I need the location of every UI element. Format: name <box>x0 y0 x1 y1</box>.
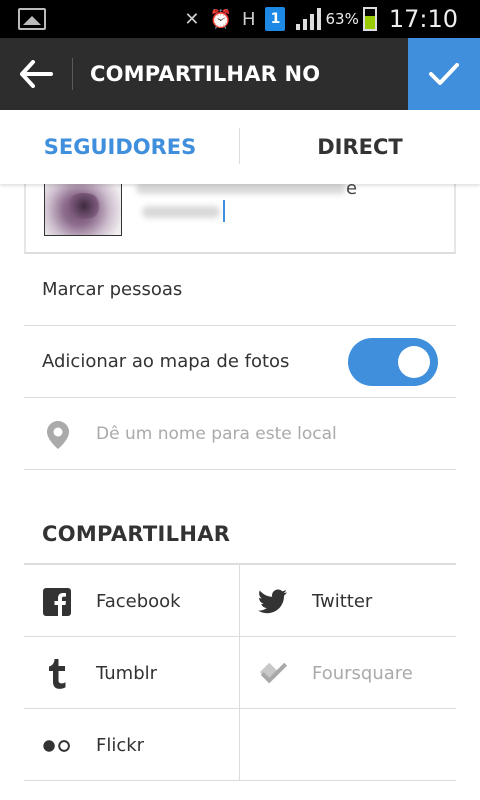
twitter-label: Twitter <box>312 591 373 612</box>
tag-people-row[interactable]: Marcar pessoas <box>24 254 456 326</box>
battery-icon <box>362 7 377 31</box>
header-divider <box>72 58 73 90</box>
back-button[interactable] <box>0 38 72 110</box>
blurred-caption-text <box>142 206 220 218</box>
signal-icon <box>296 8 322 30</box>
twitter-icon <box>258 587 288 617</box>
audience-tabs: SEGUIDORES DIRECT <box>0 110 480 184</box>
data-transfer-icon: H <box>241 8 256 30</box>
facebook-label: Facebook <box>96 591 181 612</box>
photo-map-toggle[interactable] <box>348 338 438 386</box>
alarm-icon: ⏰ <box>209 8 232 30</box>
photo-map-row: Adicionar ao mapa de fotos <box>24 326 456 398</box>
share-foursquare[interactable]: Foursquare <box>240 637 456 709</box>
foursquare-icon <box>258 659 288 689</box>
text-cursor <box>223 200 225 222</box>
status-icons: ✕ ⏰ H 1 63% 17:10 <box>184 0 480 38</box>
facebook-icon <box>42 587 72 617</box>
tab-seguidores[interactable]: SEGUIDORES <box>0 110 240 184</box>
location-row[interactable]: Dê um nome para este local <box>24 398 456 470</box>
share-twitter[interactable]: Twitter <box>240 565 456 637</box>
share-facebook[interactable]: Facebook <box>24 565 240 637</box>
gallery-icon <box>18 8 46 30</box>
battery-percent: 63% <box>325 10 359 28</box>
location-pin-icon <box>47 421 69 449</box>
tab-direct[interactable]: DIRECT <box>240 110 480 184</box>
tag-people-label: Marcar pessoas <box>42 279 183 300</box>
page-title: COMPARTILHAR NO <box>90 62 321 86</box>
checkmark-icon <box>429 63 459 85</box>
tumblr-icon <box>42 659 72 689</box>
share-flickr[interactable]: Flickr <box>24 709 240 781</box>
photo-thumbnail <box>44 178 122 236</box>
tumblr-label: Tumblr <box>96 663 158 684</box>
location-placeholder: Dê um nome para este local <box>96 424 337 444</box>
app-header: COMPARTILHAR NO <box>0 38 480 110</box>
photo-map-label: Adicionar ao mapa de fotos <box>42 351 290 372</box>
notification-badge: 1 <box>265 7 286 31</box>
clock: 17:10 <box>388 5 458 33</box>
share-empty-cell <box>240 709 456 781</box>
toggle-knob <box>398 346 430 378</box>
foursquare-label: Foursquare <box>312 663 413 684</box>
share-section-title: COMPARTILHAR <box>42 522 231 546</box>
mute-icon: ✕ <box>184 8 200 30</box>
share-tumblr[interactable]: Tumblr <box>24 637 240 709</box>
share-grid: Facebook Twitter Tumblr Foursquare Flick… <box>24 565 456 781</box>
confirm-button[interactable] <box>408 38 480 110</box>
flickr-label: Flickr <box>96 735 145 756</box>
flickr-icon <box>42 731 72 761</box>
status-bar: ✕ ⏰ H 1 63% 17:10 <box>0 0 480 38</box>
back-arrow-icon <box>20 60 53 88</box>
